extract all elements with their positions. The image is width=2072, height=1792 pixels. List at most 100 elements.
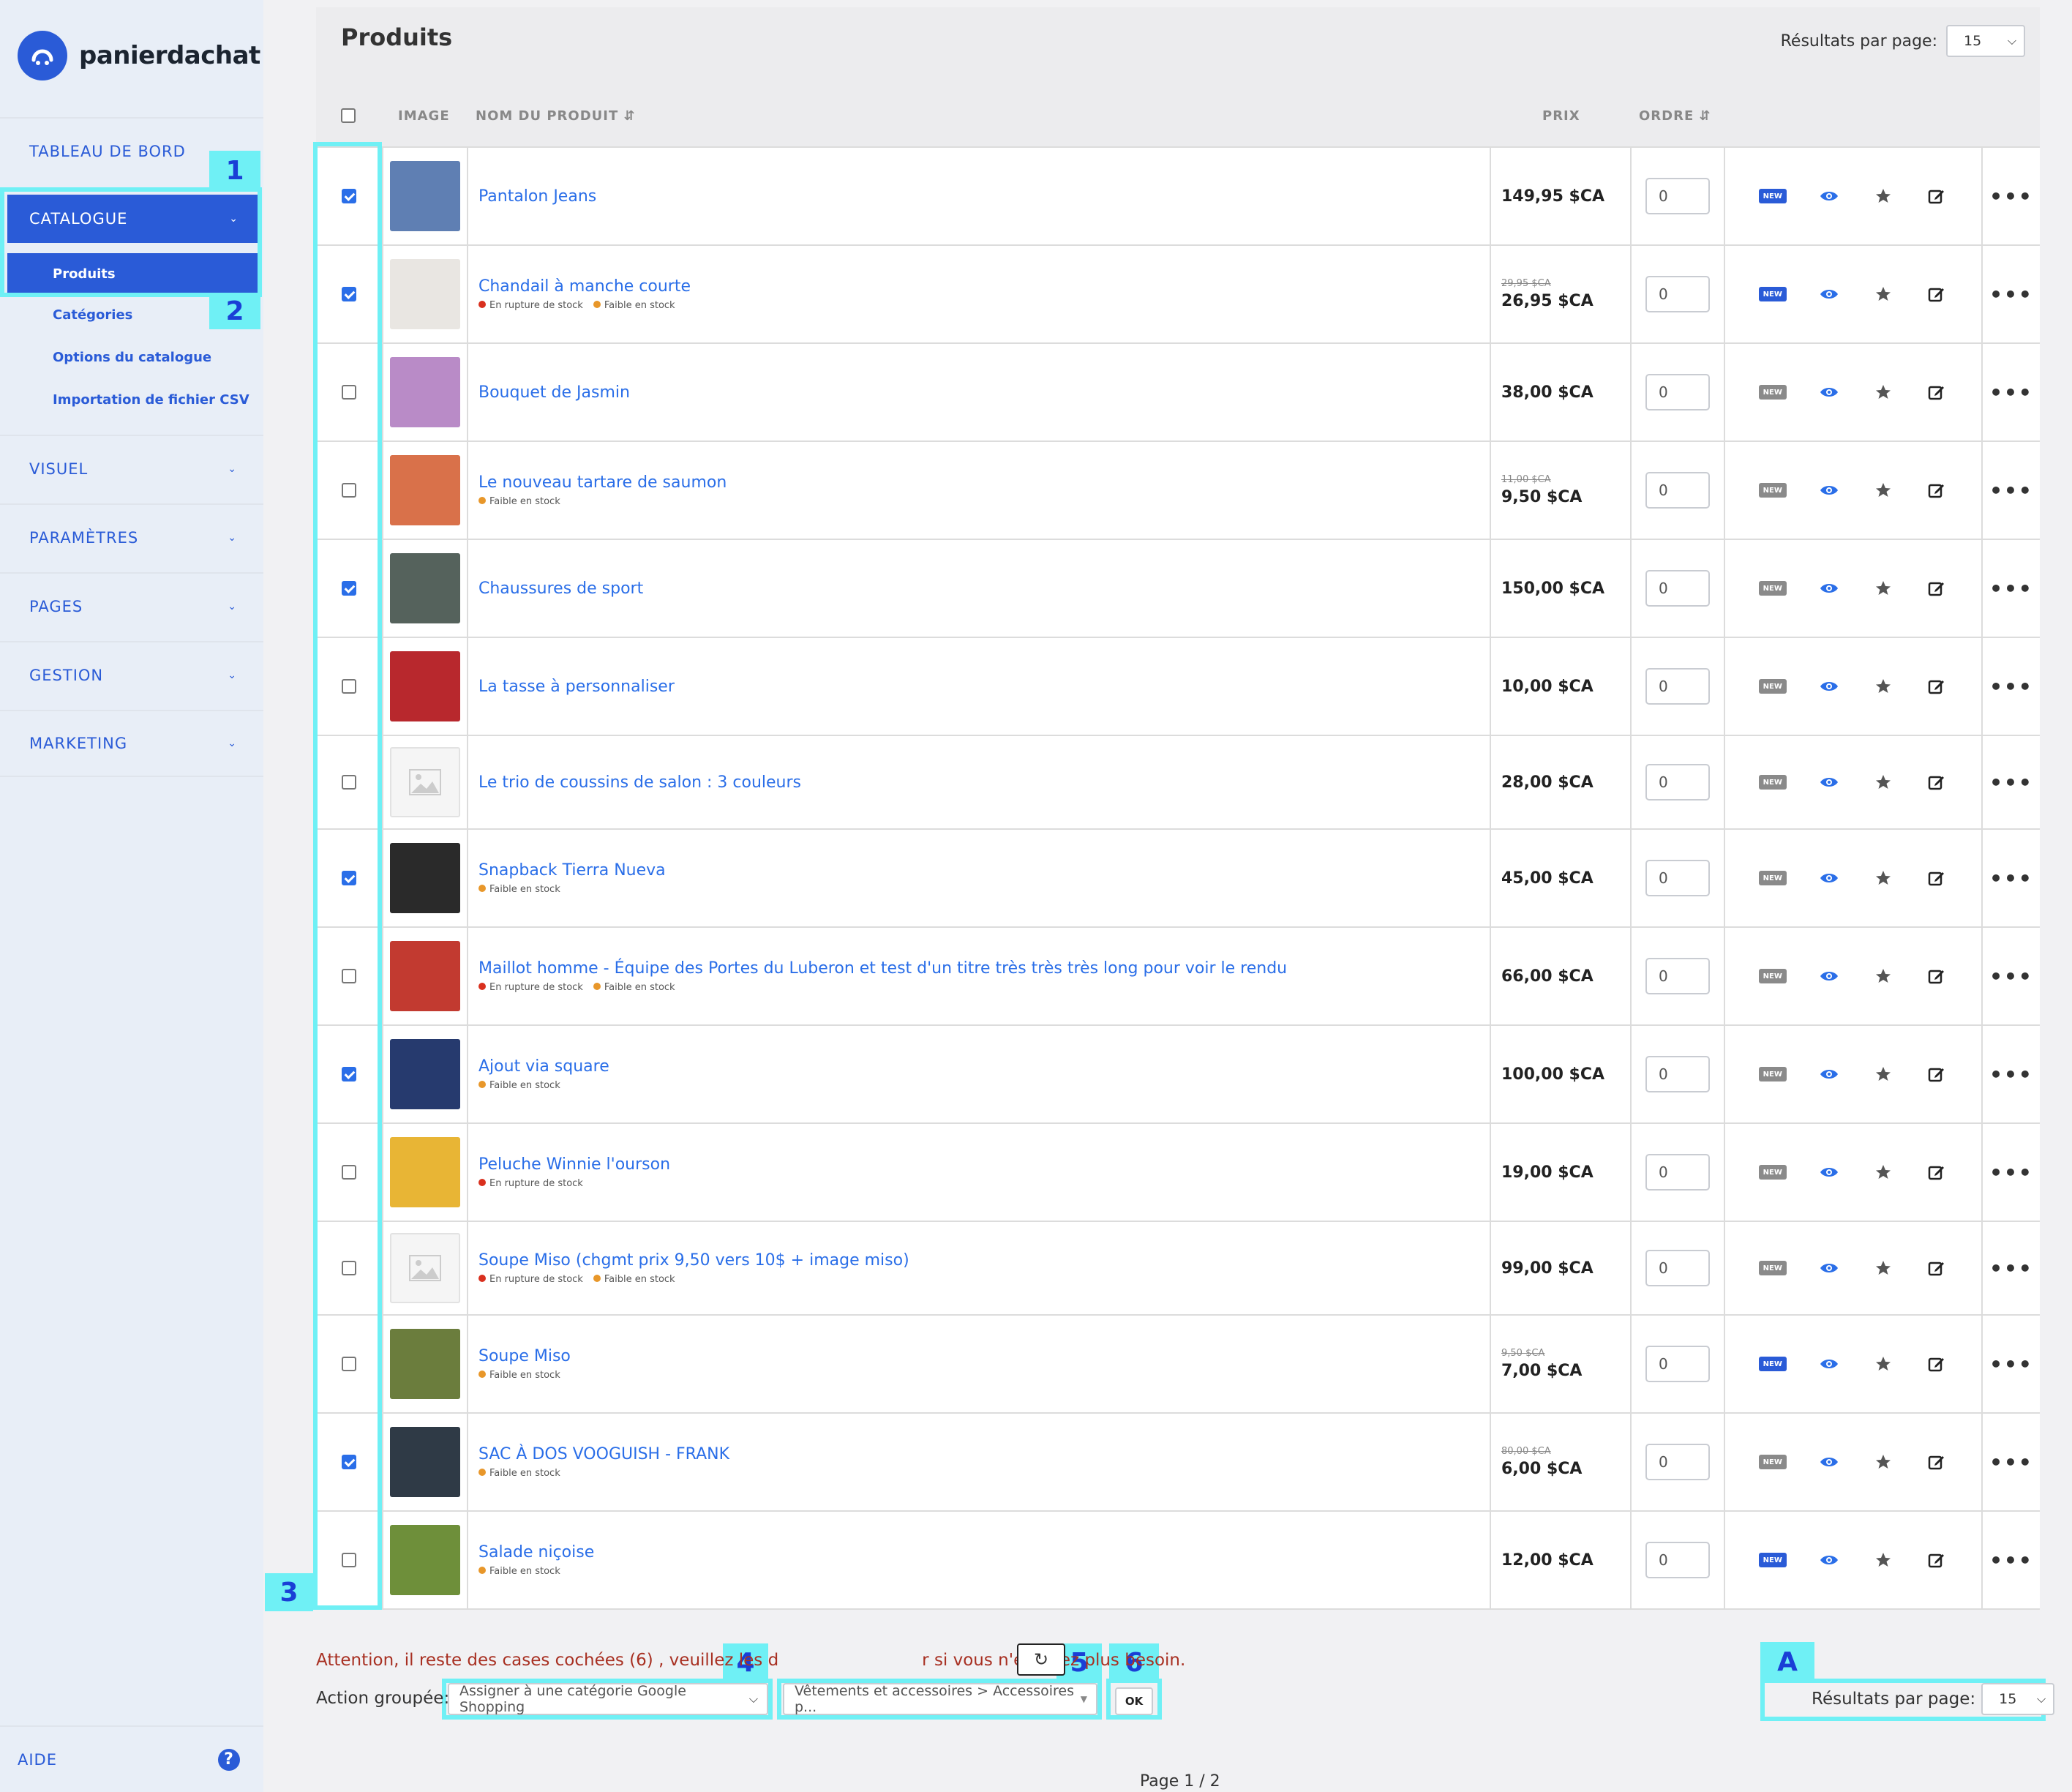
product-name-link[interactable]: Chaussures de sport	[478, 580, 643, 598]
star-icon[interactable]	[1872, 771, 1894, 793]
product-thumbnail[interactable]	[390, 1525, 460, 1595]
product-name-link[interactable]: Chandail à manche courte	[478, 277, 691, 296]
new-badge-toggle[interactable]: NEW	[1758, 287, 1787, 301]
new-badge-toggle[interactable]: NEW	[1758, 1067, 1787, 1081]
more-options-icon[interactable]: •••	[1981, 736, 2040, 828]
product-name-link[interactable]: La tasse à personnaliser	[478, 678, 675, 696]
more-options-icon[interactable]: •••	[1981, 638, 2040, 735]
more-options-icon[interactable]: •••	[1981, 442, 2040, 539]
edit-icon[interactable]	[1926, 577, 1948, 599]
more-options-icon[interactable]: •••	[1981, 1316, 2040, 1412]
product-thumbnail[interactable]	[390, 259, 460, 329]
image-placeholder-icon[interactable]	[390, 747, 460, 817]
product-thumbnail[interactable]	[390, 455, 460, 525]
star-icon[interactable]	[1872, 577, 1894, 599]
more-options-icon[interactable]: •••	[1981, 830, 2040, 926]
eye-icon[interactable]	[1818, 1549, 1840, 1571]
product-thumbnail[interactable]	[390, 651, 460, 721]
eye-icon[interactable]	[1818, 1451, 1840, 1473]
eye-icon[interactable]	[1818, 965, 1840, 987]
more-options-icon[interactable]: •••	[1981, 540, 2040, 637]
results-per-page-select-bottom[interactable]: 15 ⌵	[1981, 1683, 2055, 1715]
new-badge-toggle[interactable]: NEW	[1758, 1261, 1787, 1275]
order-input[interactable]: 0	[1645, 668, 1710, 705]
more-options-icon[interactable]: •••	[1981, 344, 2040, 440]
product-thumbnail[interactable]	[390, 357, 460, 427]
order-input[interactable]: 0	[1645, 374, 1710, 410]
product-thumbnail[interactable]	[390, 1427, 460, 1497]
star-icon[interactable]	[1872, 381, 1894, 403]
order-input[interactable]: 0	[1645, 1346, 1710, 1382]
product-thumbnail[interactable]	[390, 553, 460, 623]
edit-icon[interactable]	[1926, 381, 1948, 403]
product-name-link[interactable]: Pantalon Jeans	[478, 187, 596, 206]
edit-icon[interactable]	[1926, 1161, 1948, 1183]
order-input[interactable]: 0	[1645, 1056, 1710, 1092]
order-input[interactable]: 0	[1645, 1542, 1710, 1578]
order-input[interactable]: 0	[1645, 570, 1710, 607]
edit-icon[interactable]	[1926, 1063, 1948, 1085]
edit-icon[interactable]	[1926, 771, 1948, 793]
product-thumbnail[interactable]	[390, 1329, 460, 1399]
new-badge-toggle[interactable]: NEW	[1758, 581, 1787, 596]
edit-icon[interactable]	[1926, 479, 1948, 501]
more-options-icon[interactable]: •••	[1981, 148, 2040, 244]
edit-icon[interactable]	[1926, 1451, 1948, 1473]
image-placeholder-icon[interactable]	[390, 1233, 460, 1303]
star-icon[interactable]	[1872, 675, 1894, 697]
more-options-icon[interactable]: •••	[1981, 1512, 2040, 1608]
sidebar-item-visuel[interactable]: VISUEL ⌄	[0, 435, 263, 502]
product-name-link[interactable]: Snapback Tierra Nueva	[478, 861, 666, 880]
product-name-link[interactable]: Salade niçoise	[478, 1543, 594, 1562]
sidebar-item-marketing[interactable]: MARKETING ⌄	[0, 710, 263, 777]
new-badge-toggle[interactable]: NEW	[1758, 1455, 1787, 1469]
order-input[interactable]: 0	[1645, 958, 1710, 994]
product-name-link[interactable]: Ajout via square	[478, 1057, 609, 1076]
edit-icon[interactable]	[1926, 283, 1948, 305]
brand[interactable]: panierdachat	[18, 29, 260, 82]
results-per-page-select[interactable]: 15 ⌵	[1946, 25, 2025, 57]
product-name-link[interactable]: Peluche Winnie l'ourson	[478, 1155, 670, 1174]
product-thumbnail[interactable]	[390, 941, 460, 1011]
new-badge-toggle[interactable]: NEW	[1758, 1357, 1787, 1371]
more-options-icon[interactable]: •••	[1981, 1414, 2040, 1510]
product-name-link[interactable]: Le trio de coussins de salon : 3 couleur…	[478, 773, 801, 792]
star-icon[interactable]	[1872, 1257, 1894, 1279]
sidebar-subitem-import-csv[interactable]: Importation de fichier CSV	[53, 392, 249, 408]
star-icon[interactable]	[1872, 1451, 1894, 1473]
product-name-link[interactable]: Le nouveau tartare de saumon	[478, 473, 727, 492]
edit-icon[interactable]	[1926, 965, 1948, 987]
product-name-link[interactable]: Soupe Miso (chgmt prix 9,50 vers 10$ + i…	[478, 1251, 909, 1270]
product-thumbnail[interactable]	[390, 843, 460, 913]
star-icon[interactable]	[1872, 185, 1894, 207]
sidebar-item-parametres[interactable]: PARAMÈTRES ⌄	[0, 503, 263, 571]
category-select[interactable]: Vêtements et accessoires > Accessoires p…	[783, 1683, 1097, 1715]
new-badge-toggle[interactable]: NEW	[1758, 679, 1787, 694]
more-options-icon[interactable]: •••	[1981, 1026, 2040, 1122]
edit-icon[interactable]	[1926, 675, 1948, 697]
eye-icon[interactable]	[1818, 1161, 1840, 1183]
new-badge-toggle[interactable]: NEW	[1758, 871, 1787, 885]
eye-icon[interactable]	[1818, 185, 1840, 207]
ok-button[interactable]: OK	[1115, 1687, 1153, 1715]
eye-icon[interactable]	[1818, 1353, 1840, 1375]
star-icon[interactable]	[1872, 479, 1894, 501]
product-name-link[interactable]: Maillot homme - Équipe des Portes du Lub…	[478, 959, 1287, 978]
edit-icon[interactable]	[1926, 1353, 1948, 1375]
new-badge-toggle[interactable]: NEW	[1758, 1553, 1787, 1567]
column-name-sort[interactable]: NOM DU PRODUIT ⇵	[476, 108, 636, 124]
order-input[interactable]: 0	[1645, 276, 1710, 312]
product-name-link[interactable]: Soupe Miso	[478, 1347, 571, 1365]
new-badge-toggle[interactable]: NEW	[1758, 385, 1787, 400]
star-icon[interactable]	[1872, 1549, 1894, 1571]
more-options-icon[interactable]: •••	[1981, 246, 2040, 342]
sidebar-item-gestion[interactable]: GESTION ⌄	[0, 641, 263, 708]
bulk-action-select[interactable]: Assigner à une catégorie Google Shopping…	[448, 1683, 768, 1715]
eye-icon[interactable]	[1818, 771, 1840, 793]
more-options-icon[interactable]: •••	[1981, 1222, 2040, 1314]
sidebar-subitem-categories[interactable]: Catégories	[53, 307, 132, 323]
edit-icon[interactable]	[1926, 867, 1948, 889]
product-name-link[interactable]: Bouquet de Jasmin	[478, 383, 630, 402]
edit-icon[interactable]	[1926, 185, 1948, 207]
order-input[interactable]: 0	[1645, 1250, 1710, 1286]
